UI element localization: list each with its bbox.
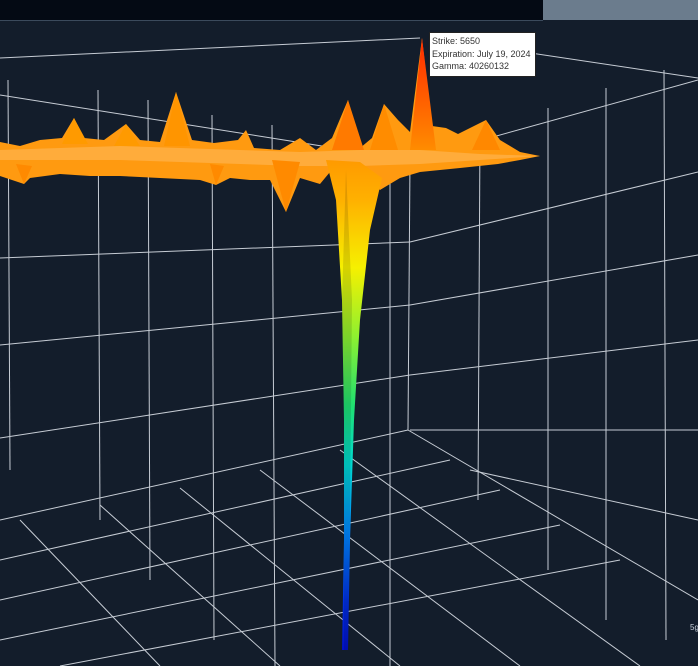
grid-line [0, 459, 451, 561]
grid-line [469, 469, 698, 521]
surface-plot[interactable] [0, 21, 698, 666]
surface-spike [332, 100, 364, 150]
grid-line [7, 79, 11, 471]
grid-line [59, 559, 621, 666]
grid-line [409, 339, 698, 376]
grid-line [339, 449, 641, 666]
top-toolbar [0, 0, 543, 20]
grid-line [407, 159, 411, 431]
axis-tick-label: 5g [690, 623, 698, 632]
grid-line [477, 129, 481, 501]
grid-line [409, 171, 698, 243]
grid-line [211, 114, 215, 641]
tooltip-gamma: Gamma: 40260132 [432, 61, 510, 71]
grid-line [0, 37, 421, 59]
grid-line [409, 254, 698, 306]
grid-line [0, 524, 561, 641]
tooltip-expiration: Expiration: July 19, 2024 [432, 48, 531, 59]
grid-line [663, 69, 667, 641]
grid-line [19, 519, 161, 666]
surface-spike [62, 118, 88, 144]
grid-line [179, 487, 401, 666]
tooltip-strike: Strike: 5650 [432, 36, 481, 46]
hover-tooltip: Strike: 5650 Expiration: July 19, 2024 G… [429, 32, 536, 77]
grid-line [407, 429, 698, 601]
top-toolbar-right-panel [543, 0, 698, 20]
surface-trough [326, 160, 382, 650]
